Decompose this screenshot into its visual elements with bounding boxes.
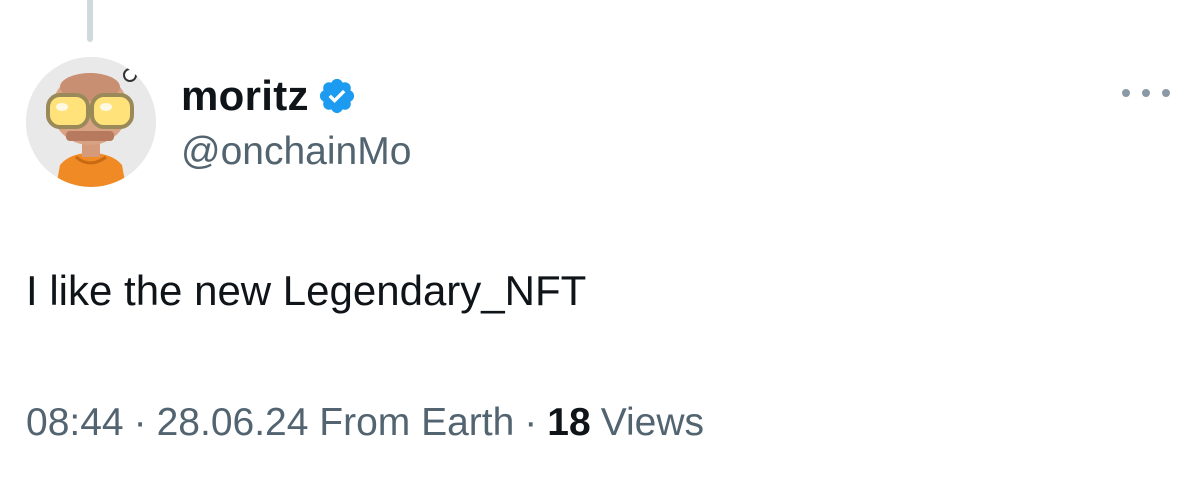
avatar-icon — [26, 57, 156, 187]
more-dot — [1122, 89, 1130, 97]
more-dot — [1142, 89, 1150, 97]
thread-connector-line — [87, 0, 93, 42]
more-dot — [1162, 89, 1170, 97]
author-name-row[interactable]: moritz — [181, 68, 357, 124]
views-label: Views — [600, 401, 705, 444]
tweet-text: I like the new Legendary_NFT — [26, 267, 587, 314]
meta-separator: · — [524, 401, 538, 444]
more-options-icon[interactable] — [1122, 78, 1170, 108]
tweet-time[interactable]: 08:44 — [26, 398, 124, 448]
avatar[interactable] — [26, 57, 156, 187]
author-handle[interactable]: @onchainMo — [181, 128, 411, 176]
meta-separator: · — [133, 401, 147, 444]
display-name[interactable]: moritz — [181, 72, 309, 120]
tweet-date-source[interactable]: 28.06.24 From Earth — [157, 398, 515, 448]
tweet-meta: 08:44 · 28.06.24 From Earth · 18 Views — [26, 398, 704, 448]
views-count: 18 — [547, 401, 591, 444]
verified-badge-icon[interactable] — [317, 76, 357, 116]
